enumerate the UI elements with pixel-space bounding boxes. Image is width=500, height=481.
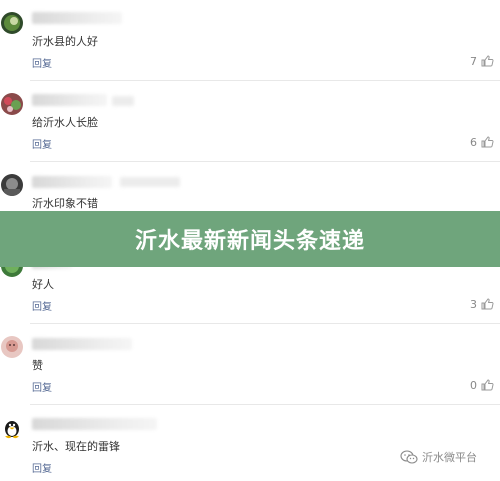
comment-text: 沂水县的人好	[32, 35, 98, 48]
comment-text: 赞	[32, 359, 43, 372]
like-button[interactable]: 7	[470, 54, 494, 68]
user-avatar[interactable]	[1, 93, 23, 115]
avatar-image	[1, 12, 23, 34]
thumbs-up-icon	[481, 136, 494, 148]
avatar-image	[1, 336, 23, 358]
username-obscured	[32, 12, 122, 24]
username-obscured	[112, 96, 134, 106]
like-count: 6	[470, 135, 477, 149]
thumbs-up-icon	[481, 298, 494, 310]
avatar-image	[1, 417, 23, 439]
reply-button[interactable]: 回复	[32, 55, 52, 70]
user-avatar[interactable]	[1, 174, 23, 196]
user-avatar[interactable]	[1, 336, 23, 358]
like-button[interactable]: 3	[470, 297, 494, 311]
thumbs-up-icon	[481, 55, 494, 67]
watermark-text: 沂水微平台	[422, 451, 477, 464]
thumbs-up-icon	[481, 379, 494, 391]
comment-text: 给沂水人长脸	[32, 116, 98, 129]
reply-button[interactable]: 回复	[32, 136, 52, 151]
comment-text: 好人	[32, 278, 54, 291]
like-button[interactable]: 0	[470, 378, 494, 392]
username-obscured	[120, 177, 180, 187]
like-count: 3	[470, 297, 477, 311]
user-avatar[interactable]	[1, 417, 23, 439]
comment-text: 沂水、现在的雷锋	[32, 440, 120, 453]
reply-button[interactable]: 回复	[32, 298, 52, 313]
avatar-image	[1, 93, 23, 115]
user-avatar[interactable]	[1, 12, 23, 34]
like-count: 0	[470, 378, 477, 392]
divider	[30, 80, 500, 81]
like-button[interactable]: 6	[470, 135, 494, 149]
like-count: 7	[470, 54, 477, 68]
avatar-image	[1, 174, 23, 196]
username-obscured	[32, 176, 112, 188]
reply-button[interactable]: 回复	[32, 460, 52, 475]
wechat-icon	[400, 450, 418, 464]
source-watermark: 沂水微平台	[400, 449, 477, 465]
divider	[30, 161, 500, 162]
divider	[30, 404, 500, 405]
comment-text: 沂水印象不错	[32, 197, 98, 210]
username-obscured	[32, 94, 107, 106]
username-obscured	[32, 418, 157, 430]
username-obscured	[32, 338, 132, 350]
banner-title: 沂水最新新闻头条速递	[134, 229, 365, 254]
reply-button[interactable]: 回复	[32, 379, 52, 394]
headline-banner: 沂水最新新闻头条速递	[0, 211, 500, 267]
divider	[30, 323, 500, 324]
